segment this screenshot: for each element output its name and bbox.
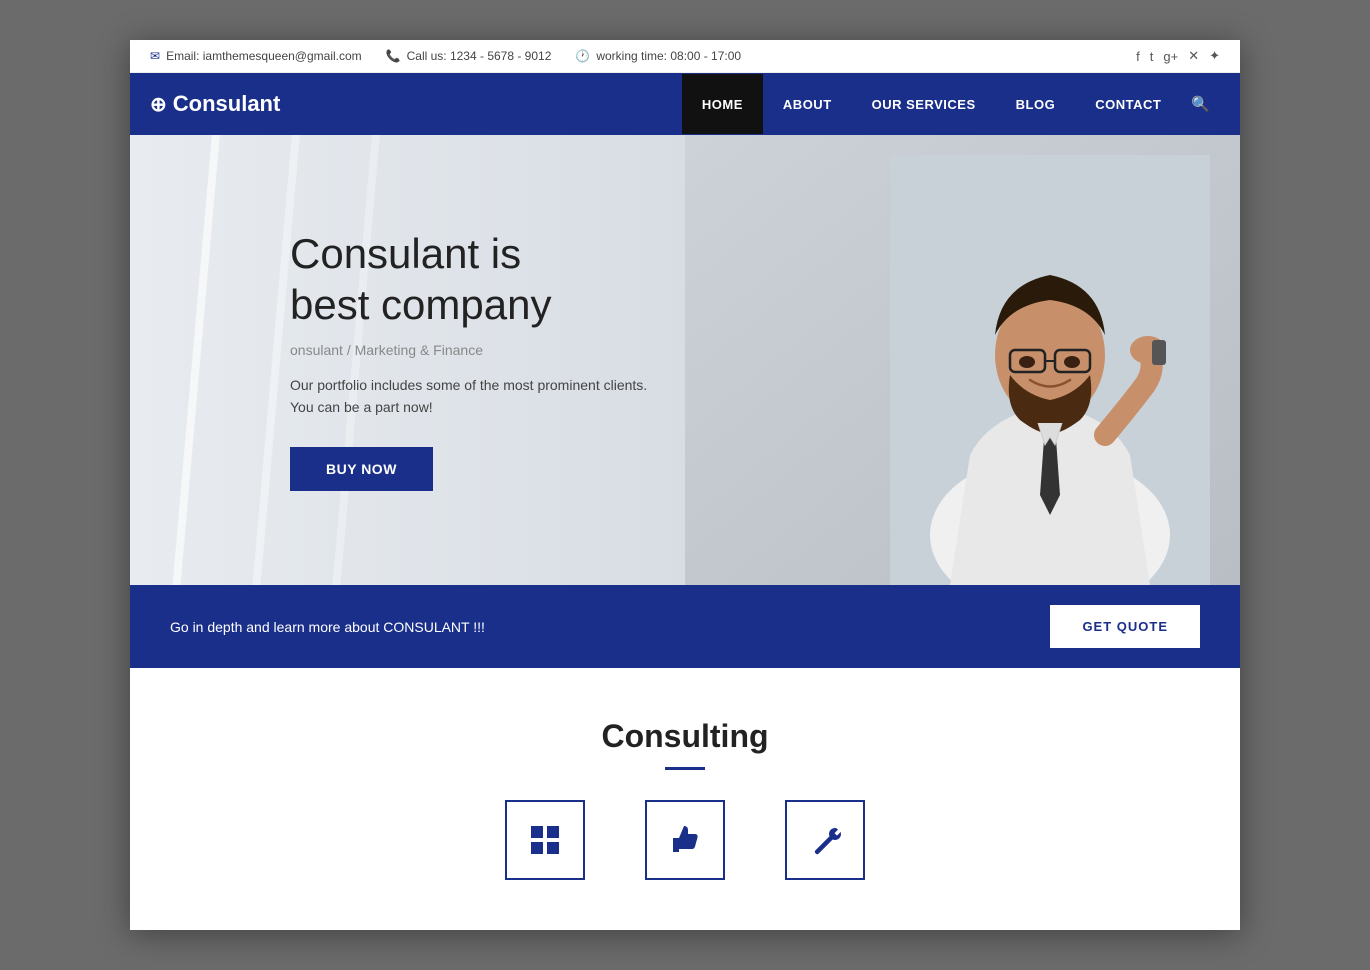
phone-label: Call us: 1234 - 5678 - 9012 bbox=[407, 49, 552, 63]
buy-now-button[interactable]: Buy Now bbox=[290, 447, 433, 491]
logo-icon: ⊕ bbox=[150, 92, 167, 117]
social-icon-5[interactable]: ✦ bbox=[1209, 48, 1220, 64]
hero-subtitle: onsulant / Marketing & Finance bbox=[290, 342, 1240, 358]
consulting-section: Consulting bbox=[130, 668, 1240, 930]
nav-services[interactable]: OUR SERVICES bbox=[852, 74, 996, 134]
consulting-icon-thumbsup bbox=[645, 800, 725, 880]
get-quote-button[interactable]: GET QUOTE bbox=[1050, 605, 1200, 648]
email-icon: ✉ bbox=[150, 49, 160, 63]
hero-title: Consulant isbest company bbox=[290, 229, 1240, 330]
email-label: Email: iamthemesqueen@gmail.com bbox=[166, 49, 362, 63]
hours-label: working time: 08:00 - 17:00 bbox=[596, 49, 741, 63]
googleplus-icon[interactable]: g+ bbox=[1163, 49, 1178, 64]
hero-content: Consulant isbest company onsulant / Mark… bbox=[130, 229, 1240, 491]
consulting-title: Consulting bbox=[150, 718, 1220, 755]
email-item: ✉ Email: iamthemesqueen@gmail.com bbox=[150, 49, 362, 63]
hero-section: Consulant isbest company onsulant / Mark… bbox=[130, 135, 1240, 585]
cta-text: Go in depth and learn more about CONSULA… bbox=[170, 619, 485, 635]
clock-icon: 🕐 bbox=[575, 49, 590, 63]
consulting-icon-grid bbox=[505, 800, 585, 880]
phone-item: 📞 Call us: 1234 - 5678 - 9012 bbox=[386, 49, 552, 63]
top-bar: ✉ Email: iamthemesqueen@gmail.com 📞 Call… bbox=[130, 40, 1240, 73]
navbar: ⊕ Consulant HOME ABOUT OUR SERVICES BLOG… bbox=[130, 73, 1240, 135]
nav-links: HOME ABOUT OUR SERVICES BLOG CONTACT 🔍 bbox=[682, 74, 1220, 134]
logo[interactable]: ⊕ Consulant bbox=[150, 73, 280, 135]
hero-description: Our portfolio includes some of the most … bbox=[290, 374, 1240, 419]
consulting-icon-wrench bbox=[785, 800, 865, 880]
nav-blog[interactable]: BLOG bbox=[996, 74, 1076, 134]
thumbsup-icon bbox=[667, 822, 703, 858]
grid-icon bbox=[527, 822, 563, 858]
search-icon[interactable]: 🔍 bbox=[1181, 74, 1220, 134]
cta-bar: Go in depth and learn more about CONSULA… bbox=[130, 585, 1240, 668]
social-icon-4[interactable]: ✕ bbox=[1188, 48, 1199, 64]
top-bar-left: ✉ Email: iamthemesqueen@gmail.com 📞 Call… bbox=[150, 49, 741, 63]
nav-contact[interactable]: CONTACT bbox=[1075, 74, 1181, 134]
nav-home[interactable]: HOME bbox=[682, 74, 763, 134]
phone-icon: 📞 bbox=[386, 49, 401, 63]
social-links: f t g+ ✕ ✦ bbox=[1136, 48, 1220, 64]
consulting-icons bbox=[150, 800, 1220, 900]
logo-text: Consulant bbox=[173, 91, 281, 117]
browser-window: ✉ Email: iamthemesqueen@gmail.com 📞 Call… bbox=[130, 40, 1240, 930]
facebook-icon[interactable]: f bbox=[1136, 49, 1140, 64]
wrench-icon bbox=[807, 822, 843, 858]
twitter-icon[interactable]: t bbox=[1150, 49, 1154, 64]
hours-item: 🕐 working time: 08:00 - 17:00 bbox=[575, 49, 741, 63]
consulting-divider bbox=[665, 767, 705, 770]
nav-about[interactable]: ABOUT bbox=[763, 74, 852, 134]
